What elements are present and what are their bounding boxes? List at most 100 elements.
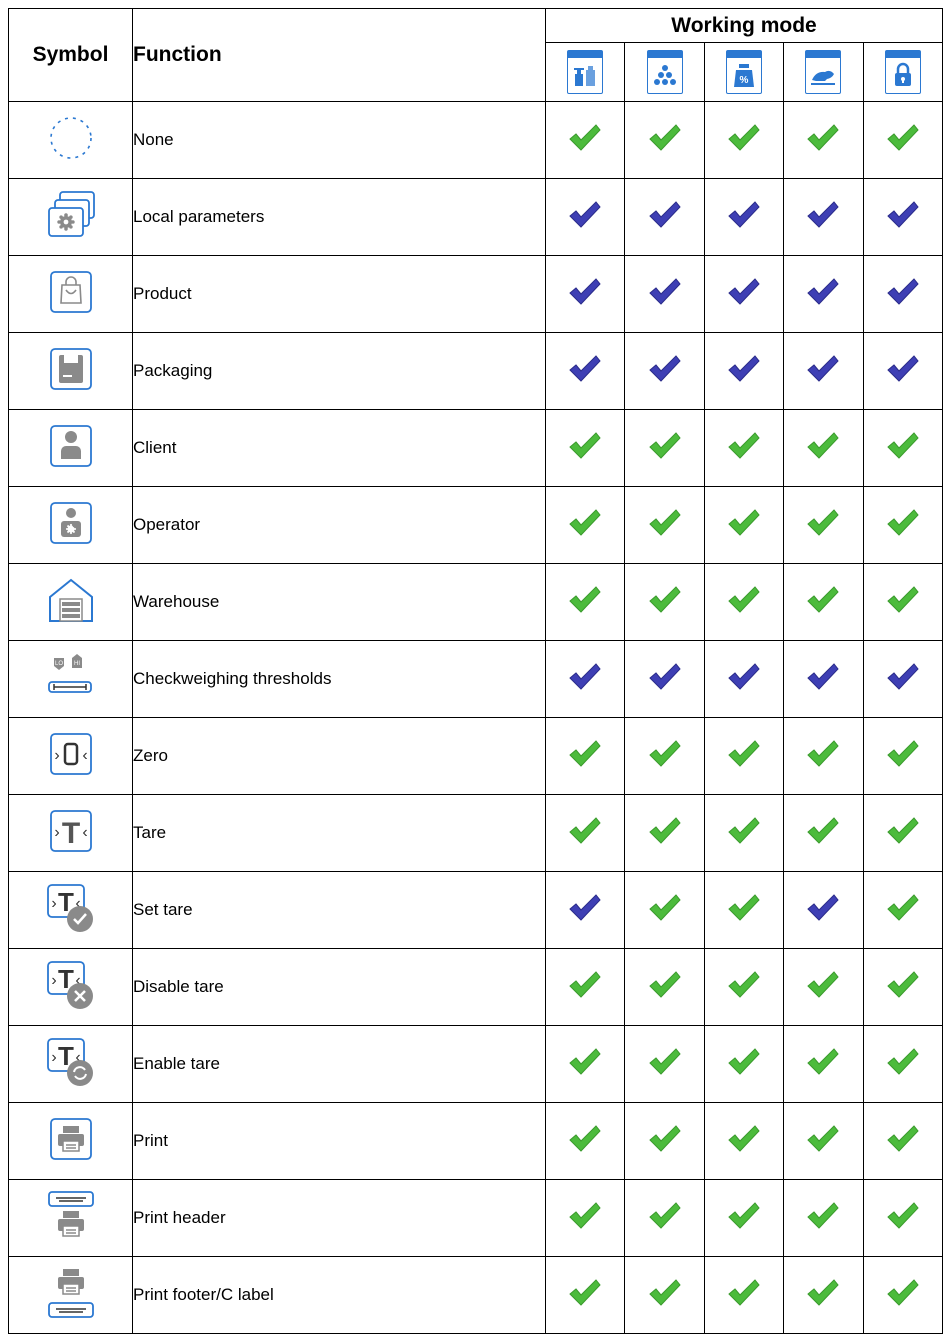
svg-text:%: % [740,75,749,86]
green-check-icon [568,1201,602,1236]
green-check-icon [886,585,920,620]
symbol-cell [8,178,133,256]
green-check-icon [648,1047,682,1082]
availability-cell [783,794,864,872]
availability-cell [624,1102,705,1180]
blue-check-icon [886,662,920,697]
green-check-icon [727,739,761,774]
availability-cell [624,794,705,872]
availability-cell [624,486,705,564]
symbol-column-header: Symbol [8,8,133,102]
blue-check-icon [806,277,840,312]
function-cell: Print header [132,1179,546,1257]
function-cell: Set tare [132,871,546,949]
function-column-header: Function [132,8,546,102]
table-row: T › ‹ Tare [8,794,944,872]
green-check-icon [648,123,682,158]
local-parameters-icon [44,188,98,247]
availability-cell [703,409,785,487]
availability-cell [862,948,944,1026]
blue-check-icon [727,277,761,312]
availability-cell [544,409,626,487]
availability-cell [624,563,705,641]
mode-2-cell [624,42,705,102]
availability-cell [862,871,944,949]
availability-cell [862,1025,944,1103]
table-row: Operator [8,486,944,564]
availability-cell [544,948,626,1026]
availability-cell [624,255,705,333]
availability-cell [624,948,705,1026]
availability-cell [544,255,626,333]
mode-3-cell: % [703,42,785,102]
availability-cell [862,255,944,333]
function-cell: Packaging [132,332,546,410]
availability-cell [703,332,785,410]
availability-cell [544,640,626,718]
svg-text:›: › [54,747,59,764]
svg-text:›: › [51,1049,56,1066]
symbol-cell: › ‹ [8,717,133,795]
symbol-cell [8,1102,133,1180]
symbol-cell: T › ‹ [8,1025,133,1103]
availability-cell [783,871,864,949]
table-row: Product [8,255,944,333]
function-cell: Operator [132,486,546,564]
green-check-icon [806,1201,840,1236]
blue-check-icon [806,200,840,235]
blue-check-icon [806,662,840,697]
green-check-icon [568,1047,602,1082]
table-row: Client [8,409,944,487]
green-check-icon [806,431,840,466]
symbol-cell: LO HI [8,640,133,718]
green-check-icon [886,431,920,466]
green-check-icon [806,1278,840,1313]
green-check-icon [727,1278,761,1313]
availability-cell [703,948,785,1026]
peak-hold-mode-icon [884,50,921,94]
green-check-icon [648,1278,682,1313]
green-check-icon [806,739,840,774]
symbol-cell [8,1256,133,1334]
green-check-icon [886,1124,920,1159]
parts-counting-mode-icon [646,50,683,94]
blue-check-icon [886,200,920,235]
availability-cell [783,1102,864,1180]
green-check-icon [568,970,602,1005]
blue-check-icon [568,354,602,389]
green-check-icon [886,1047,920,1082]
availability-cell [703,1102,785,1180]
symbol-cell [8,563,133,641]
function-availability-table: Symbol Function Working mode % None Local… [8,8,944,1334]
green-check-icon [568,1278,602,1313]
function-cell: Client [132,409,546,487]
availability-cell [703,717,785,795]
green-check-icon [806,1047,840,1082]
blue-check-icon [648,277,682,312]
print-icon [44,1112,98,1171]
function-cell: Zero [132,717,546,795]
green-check-icon [886,123,920,158]
availability-cell [862,101,944,179]
blue-check-icon [727,200,761,235]
blue-check-icon [648,354,682,389]
blue-check-icon [886,354,920,389]
availability-cell [703,871,785,949]
blue-check-icon [568,200,602,235]
set-tare-icon: T › ‹ [44,881,98,940]
svg-text:›: › [54,824,59,841]
table-row: LO HI Checkweighing thresholds [8,640,944,718]
blue-check-icon [648,200,682,235]
availability-cell [862,563,944,641]
availability-cell [862,1179,944,1257]
availability-cell [783,640,864,718]
function-cell: Warehouse [132,563,546,641]
green-check-icon [727,816,761,851]
availability-cell [544,1025,626,1103]
symbol-cell: T › ‹ [8,948,133,1026]
green-check-icon [727,123,761,158]
availability-cell [703,640,785,718]
table-row: T › ‹ Set tare [8,871,944,949]
availability-cell [624,409,705,487]
availability-cell [703,486,785,564]
